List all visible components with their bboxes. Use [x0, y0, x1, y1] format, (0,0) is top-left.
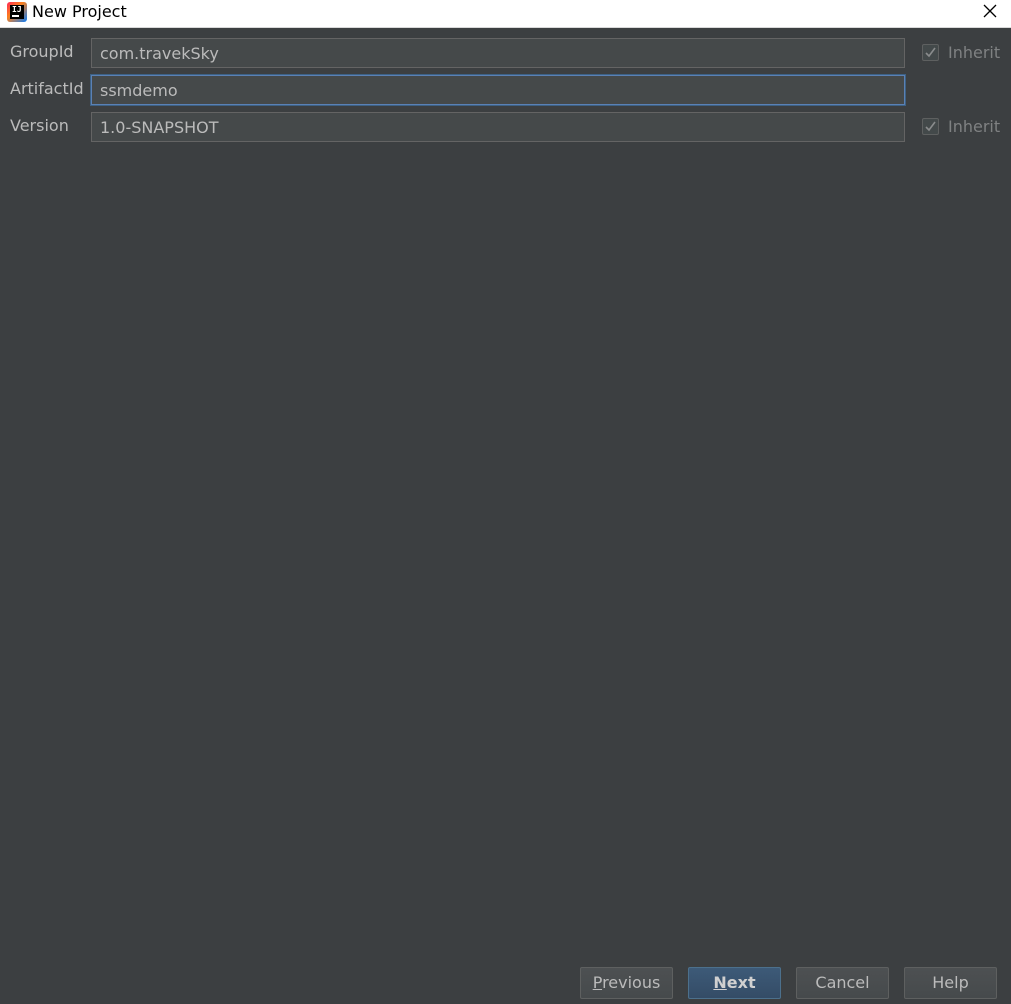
next-mnemonic: N: [713, 973, 727, 992]
intellij-idea-icon: IJ: [7, 2, 27, 22]
checkmark-icon: [925, 47, 936, 57]
artifact-id-label: ArtifactId: [10, 79, 84, 98]
group-id-label: GroupId: [10, 42, 74, 61]
version-inherit-label: Inherit: [948, 116, 1001, 136]
window-title: New Project: [32, 2, 127, 21]
group-id-inherit-checkbox[interactable]: Inherit: [922, 41, 1000, 63]
cancel-button[interactable]: Cancel: [796, 967, 889, 999]
close-button[interactable]: [977, 0, 1001, 24]
version-label: Version: [10, 116, 69, 135]
previous-label: revious: [602, 973, 661, 992]
next-button[interactable]: Next: [688, 967, 781, 999]
close-icon: [983, 4, 997, 18]
help-button[interactable]: Help: [904, 967, 997, 999]
version-inherit-checkbox[interactable]: Inherit: [922, 115, 1000, 137]
previous-button[interactable]: Previous: [580, 967, 673, 999]
checkmark-icon: [925, 121, 936, 131]
new-project-dialog: IJ New Project GroupId Inherit ArtifactI…: [0, 0, 1011, 1004]
previous-mnemonic: P: [592, 973, 603, 992]
checkbox-box: [922, 43, 939, 61]
version-input[interactable]: [91, 112, 905, 142]
title-bar: IJ New Project: [0, 0, 1011, 28]
next-label: ext: [726, 973, 756, 992]
checkbox-box: [922, 117, 939, 135]
group-id-input[interactable]: [91, 38, 905, 68]
group-id-inherit-label: Inherit: [948, 42, 1001, 62]
artifact-id-input[interactable]: [91, 75, 905, 105]
